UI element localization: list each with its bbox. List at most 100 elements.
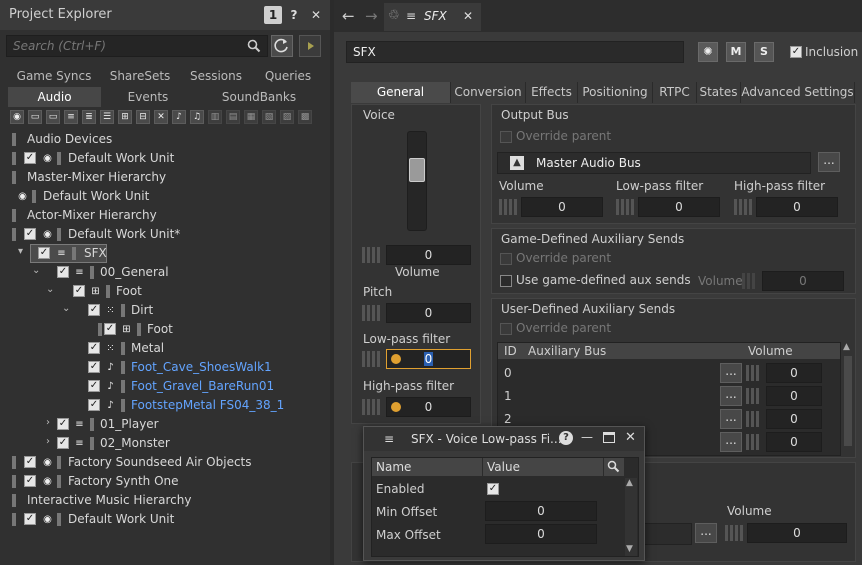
tab-sharesets[interactable]: ShareSets [100,66,180,86]
checkbox[interactable]: ✓ [73,285,85,297]
checkbox[interactable]: ✓ [104,323,116,335]
link-indicator-icon[interactable] [746,386,766,406]
tree-item-dirt[interactable]: ⌄ ✓ ⁙ Dirt [0,301,330,320]
tab-states[interactable]: States [697,82,741,103]
search-icon[interactable] [247,39,261,53]
tab-conversion[interactable]: Conversion [451,82,526,103]
grid-search-button[interactable] [604,458,624,476]
tree-item-metal[interactable]: ✓ ⁙ Metal [0,339,330,358]
link-indicator-icon[interactable] [746,363,766,383]
use-game-aux-checkbox[interactable] [500,275,512,287]
checkbox[interactable]: ✓ [24,456,36,468]
play-button[interactable] [299,35,321,57]
solo-button[interactable]: S [754,42,774,62]
tab-soundbanks[interactable]: SoundBanks [195,87,323,107]
link-indicator-icon[interactable] [616,197,638,217]
browse-aux-button[interactable]: ... [720,363,742,383]
close-icon[interactable]: ✕ [625,430,636,445]
expand-icon[interactable]: › [46,417,56,428]
enabled-checkbox[interactable]: ✓ [487,483,499,495]
bottom-volume-field[interactable]: 0 [747,523,847,543]
link-indicator-icon[interactable] [499,197,521,217]
refresh-button[interactable] [271,35,293,57]
bus-hpf-field[interactable]: 0 [756,197,838,217]
tab-general-settings[interactable]: General Settings [351,82,451,120]
blend-container-icon[interactable]: ⊟ [136,110,150,124]
checkbox[interactable]: ✓ [24,475,36,487]
property-grid-scrollbar[interactable]: ▲ ▼ [625,478,637,556]
column-header-value[interactable]: Value [483,458,603,476]
back-icon[interactable]: ← [342,7,355,25]
property-row-enabled[interactable]: Enabled ✓ [372,478,624,500]
folder-icon[interactable]: ▭ [28,110,42,124]
tree-item-master-mixer[interactable]: Master-Mixer Hierarchy [0,168,330,187]
link-indicator-icon[interactable] [362,245,386,265]
tree-item-footstep-metal[interactable]: ✓ ♪ FootstepMetal FS04_38_1 [0,396,330,415]
checkbox[interactable]: ✓ [88,342,100,354]
checkbox[interactable]: ✓ [57,437,69,449]
user-aux-override-checkbox[interactable] [500,323,512,335]
tab-sessions[interactable]: Sessions [180,66,252,86]
link-indicator-icon[interactable] [746,432,766,452]
volume-fader-handle[interactable] [409,158,425,182]
inclusion-checkbox[interactable]: ✓ [790,46,802,58]
switch-icon[interactable]: ✕ [154,110,168,124]
row-volume-field[interactable]: 0 [766,409,822,429]
music-switch-icon[interactable]: ▤ [226,110,240,124]
scroll-up-icon[interactable]: ▲ [626,478,633,488]
tree-item-default-work-unit[interactable]: ✓ ◉ Default Work Unit [0,510,330,529]
mute-button[interactable]: M [726,42,746,62]
music-clip-icon[interactable]: ▩ [298,110,312,124]
tree-item-sfx[interactable]: ▾ ✓ ≡ SFX [0,244,330,263]
tree-item-audio-devices[interactable]: Audio Devices [0,130,330,149]
override-parent-checkbox[interactable] [500,131,512,143]
scrollbar-thumb[interactable] [844,356,852,446]
tree-item-01-player[interactable]: › ✓ ≡ 01_Player [0,415,330,434]
tree-item-factory-soundseed[interactable]: ✓ ◉ Factory Soundseed Air Objects [0,453,330,472]
link-indicator-icon[interactable] [742,271,762,291]
bottom-browse-button[interactable]: ... [695,523,717,543]
lowpass-field[interactable]: 0 [386,349,471,369]
collapse-icon[interactable]: ⌄ [46,284,56,295]
link-indicator-icon[interactable] [746,409,766,429]
link-indicator-icon[interactable] [362,397,386,417]
browse-bus-button[interactable]: ... [818,152,840,172]
checkbox[interactable]: ✓ [57,418,69,430]
checkbox[interactable]: ✓ [38,247,50,259]
forward-icon[interactable]: → [365,7,378,25]
tree-item-00-general[interactable]: ⌄ ✓ ≡ 00_General [0,263,330,282]
maximize-icon[interactable] [603,432,615,443]
tree-item-default-work-unit[interactable]: ✓ ◉ Default Work Unit* [0,225,330,244]
output-bus-selector[interactable]: ▲ Master Audio Bus [497,152,811,174]
checkbox[interactable]: ✓ [57,266,69,278]
tab-effects[interactable]: Effects [526,82,578,103]
tree-item-foot-cave[interactable]: ✓ ♪ Foot_Cave_ShoesWalk1 [0,358,330,377]
browse-aux-button[interactable]: ... [720,432,742,452]
tab-rtpc[interactable]: RTPC [653,82,697,103]
column-header-id[interactable]: ID [504,344,517,358]
view-badge[interactable]: 1 [264,6,282,24]
checkbox[interactable]: ✓ [88,399,100,411]
min-offset-field[interactable]: 0 [485,501,597,521]
collapse-icon[interactable]: ⌄ [62,303,72,314]
tree-item-default-work-unit[interactable]: ✓ ◉ Default Work Unit [0,149,330,168]
link-indicator-icon[interactable] [362,303,386,323]
property-row-min-offset[interactable]: Min Offset 0 [372,500,624,523]
browse-aux-button[interactable]: ... [720,409,742,429]
tree-item-actor-mixer[interactable]: Actor-Mixer Hierarchy [0,206,330,225]
browse-aux-button[interactable]: ... [720,386,742,406]
table-row[interactable]: 0 ... 0 [498,362,840,384]
aux-table-scrollbar[interactable]: ▲ [843,342,853,456]
document-tab-sfx[interactable]: ♲ ≡ SFX ✕ [384,3,481,31]
help-icon[interactable]: ? [559,431,573,445]
work-unit-icon[interactable]: ◉ [10,110,24,124]
highpass-field[interactable]: 0 [386,397,471,417]
bus-volume-field[interactable]: 0 [521,197,603,217]
minimize-icon[interactable]: — [581,430,593,444]
music-icon[interactable]: ▥ [208,110,222,124]
tab-audio[interactable]: Audio [8,87,101,107]
music-playlist-icon[interactable]: ▦ [244,110,258,124]
tree-item-factory-synth-one[interactable]: ✓ ◉ Factory Synth One [0,472,330,491]
music-segment-icon[interactable]: ▧ [262,110,276,124]
volume-fader-track[interactable] [407,131,427,231]
